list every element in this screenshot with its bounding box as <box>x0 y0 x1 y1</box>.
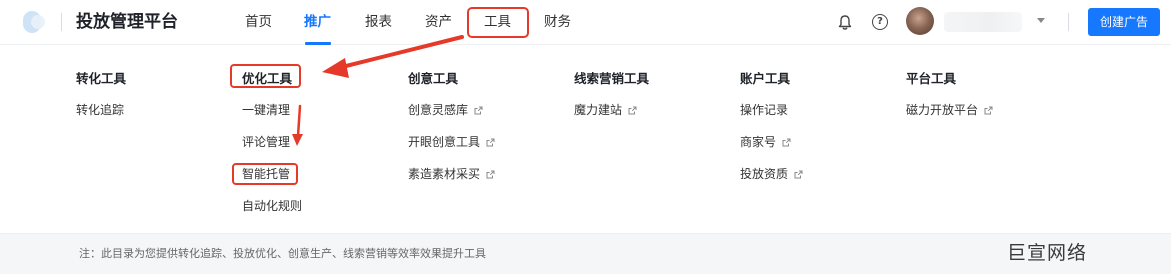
nav-active-indicator <box>305 42 331 45</box>
column-title-conversion-tools: 转化工具 <box>76 71 127 86</box>
external-link-icon <box>782 138 791 147</box>
menu-footer: 注：此目录为您提供转化追踪、投放优化、创意生产、线索营销等效率效果提升工具 巨宣… <box>0 233 1171 274</box>
menu-item-one-click-cleanup[interactable]: 一键清理 <box>242 101 290 119</box>
menu-item-material-purchase[interactable]: 素造素材采买 <box>408 165 495 183</box>
nav-reports[interactable]: 报表 <box>365 11 392 33</box>
arrow-to-smart-hosting <box>296 104 302 138</box>
menu-item-automation-rules[interactable]: 自动化规则 <box>242 197 302 215</box>
nav-home[interactable]: 首页 <box>245 11 272 33</box>
menu-item-label: 投放资质 <box>740 167 789 181</box>
watermark: 巨宣网络 <box>1007 242 1088 264</box>
column-title-platform-tools: 平台工具 <box>906 71 957 86</box>
app-title: 投放管理平台 <box>76 12 178 32</box>
help-icon[interactable]: ? <box>872 14 888 30</box>
optimization-tools-highlight-box <box>230 64 301 88</box>
menu-item-merchant-account[interactable]: 商家号 <box>740 133 791 151</box>
external-link-icon <box>984 106 993 115</box>
menu-item-magic-site-builder[interactable]: 魔力建站 <box>574 101 637 119</box>
brand-logo-icon[interactable] <box>19 9 47 35</box>
menu-item-comment-management[interactable]: 评论管理 <box>242 133 290 151</box>
account-name-redacted[interactable] <box>944 12 1022 32</box>
column-title-account-tools: 账户工具 <box>740 71 791 86</box>
external-link-icon <box>794 170 803 179</box>
chevron-down-icon[interactable] <box>1037 18 1045 23</box>
external-link-icon <box>628 106 637 115</box>
menu-item-label: 魔力建站 <box>574 103 623 117</box>
menu-item-conversion-tracking[interactable]: 转化追踪 <box>76 101 124 119</box>
avatar[interactable] <box>906 7 934 35</box>
toolbar-divider <box>1068 13 1069 31</box>
create-ad-button[interactable]: 创建广告 <box>1088 8 1160 36</box>
top-navigation-bar: 投放管理平台 首页 推广 报表 资产 工具 财务 ? 创建广告 <box>0 0 1171 45</box>
nav-finance[interactable]: 财务 <box>544 11 571 33</box>
menu-item-open-platform[interactable]: 磁力开放平台 <box>906 101 993 119</box>
menu-item-label: 磁力开放平台 <box>906 103 979 117</box>
arrow-head <box>322 58 349 78</box>
menu-item-label: 开眼创意工具 <box>408 135 481 149</box>
footer-note: 注：此目录为您提供转化追踪、投放优化、创意生产、线索营销等效率效果提升工具 <box>79 247 486 260</box>
column-title-lead-marketing-tools: 线索营销工具 <box>574 71 650 86</box>
menu-item-creative-inspiration[interactable]: 创意灵感库 <box>408 101 483 119</box>
nav-assets[interactable]: 资产 <box>425 11 452 33</box>
column-title-creative-tools: 创意工具 <box>408 71 459 86</box>
menu-item-ad-qualification[interactable]: 投放资质 <box>740 165 803 183</box>
smart-hosting-highlight-box <box>232 163 298 185</box>
external-link-icon <box>474 106 483 115</box>
menu-item-label: 素造素材采买 <box>408 167 481 181</box>
nav-promotion[interactable]: 推广 <box>304 11 331 33</box>
menu-item-kaiyan-creative[interactable]: 开眼创意工具 <box>408 133 495 151</box>
bell-icon[interactable] <box>837 14 853 31</box>
menu-item-label: 商家号 <box>740 135 777 149</box>
menu-item-label: 创意灵感库 <box>408 103 469 117</box>
external-link-icon <box>486 138 495 147</box>
logo-divider <box>61 13 62 31</box>
menu-item-operation-log[interactable]: 操作记录 <box>740 101 788 119</box>
nav-tools-highlight-box <box>467 7 529 38</box>
external-link-icon <box>486 170 495 179</box>
arrow-head <box>292 134 303 146</box>
